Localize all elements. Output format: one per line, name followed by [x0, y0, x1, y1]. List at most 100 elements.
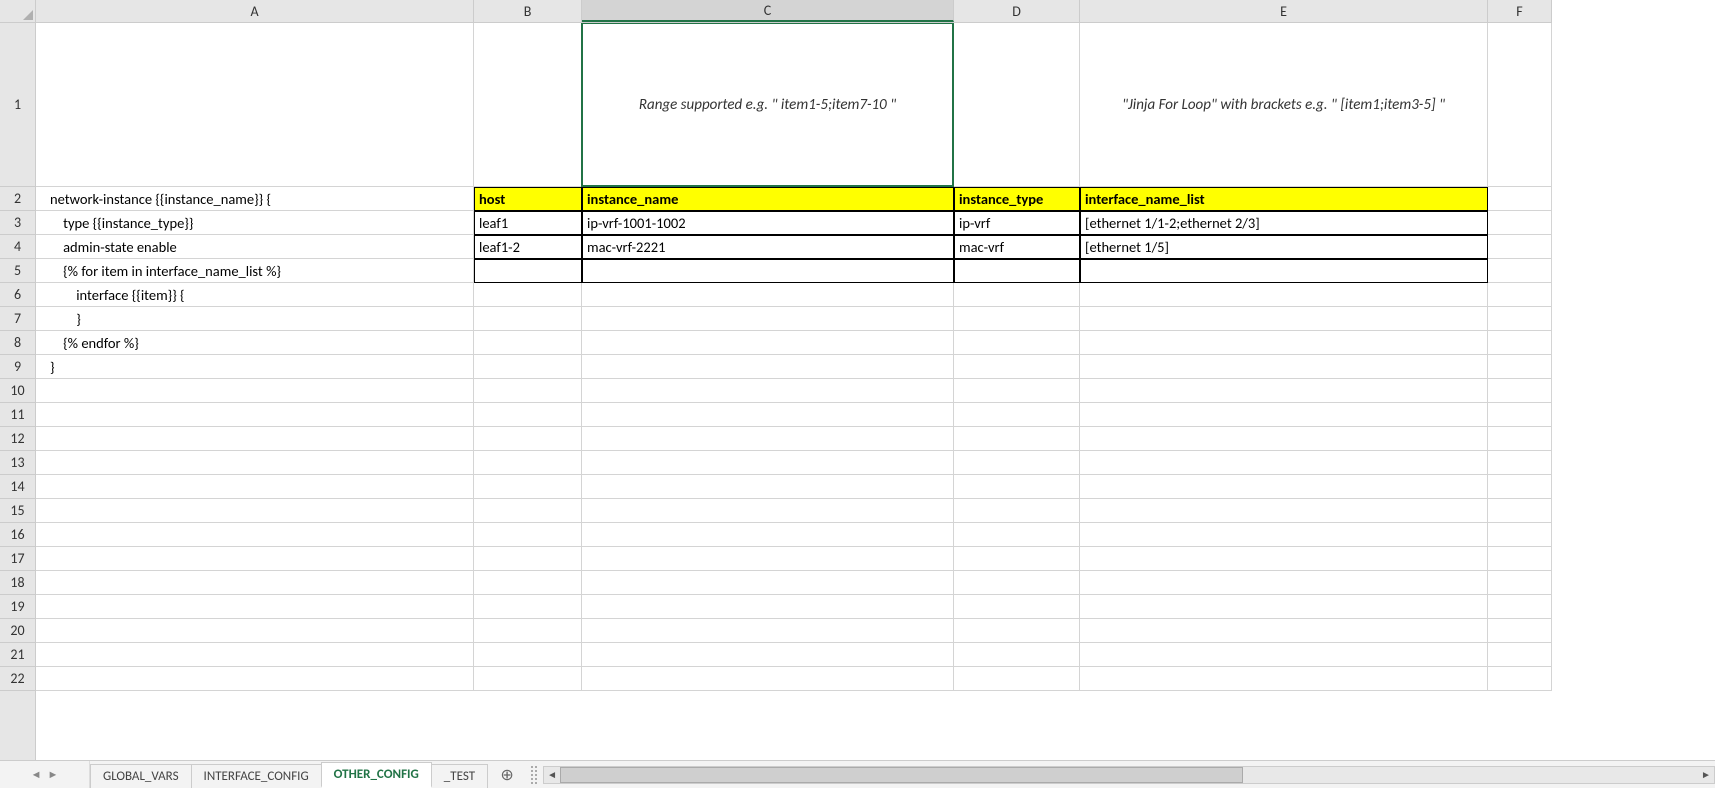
cell-F18[interactable] [1488, 571, 1552, 595]
cell-B22[interactable] [474, 667, 582, 691]
row-header-2[interactable]: 2 [0, 187, 35, 211]
cell-C2[interactable]: instance_name [582, 187, 954, 211]
cell-B4[interactable]: leaf1-2 [474, 235, 582, 259]
row-header-6[interactable]: 6 [0, 283, 35, 307]
cell-A19[interactable] [36, 595, 474, 619]
cell-A2[interactable]: network-instance {{instance_name}} { [36, 187, 474, 211]
cell-E12[interactable] [1080, 427, 1488, 451]
cell-A3[interactable]: type {{instance_type}} [36, 211, 474, 235]
cell-E2[interactable]: interface_name_list [1080, 187, 1488, 211]
cell-D20[interactable] [954, 619, 1080, 643]
cell-A18[interactable] [36, 571, 474, 595]
cell-E10[interactable] [1080, 379, 1488, 403]
row-header-10[interactable]: 10 [0, 379, 35, 403]
cell-A6[interactable]: interface {{item}} { [36, 283, 474, 307]
row-header-22[interactable]: 22 [0, 667, 35, 691]
cell-F10[interactable] [1488, 379, 1552, 403]
cell-B16[interactable] [474, 523, 582, 547]
cell-E8[interactable] [1080, 331, 1488, 355]
cell-E7[interactable] [1080, 307, 1488, 331]
cell-B20[interactable] [474, 619, 582, 643]
cell-A11[interactable] [36, 403, 474, 427]
cell-D1[interactable] [954, 23, 1080, 187]
row-header-5[interactable]: 5 [0, 259, 35, 283]
cell-F14[interactable] [1488, 475, 1552, 499]
cell-E13[interactable] [1080, 451, 1488, 475]
cell-F17[interactable] [1488, 547, 1552, 571]
row-header-11[interactable]: 11 [0, 403, 35, 427]
column-header-E[interactable]: E [1080, 0, 1488, 22]
cell-C14[interactable] [582, 475, 954, 499]
cell-C19[interactable] [582, 595, 954, 619]
cell-A17[interactable] [36, 547, 474, 571]
sheet-tab-_test[interactable]: _TEST [431, 764, 488, 788]
column-header-B[interactable]: B [474, 0, 582, 22]
row-header-3[interactable]: 3 [0, 211, 35, 235]
cell-B17[interactable] [474, 547, 582, 571]
cell-A12[interactable] [36, 427, 474, 451]
cell-F11[interactable] [1488, 403, 1552, 427]
cell-C4[interactable]: mac-vrf-2221 [582, 235, 954, 259]
cell-D11[interactable] [954, 403, 1080, 427]
cell-E1[interactable]: "Jinja For Loop" with brackets e.g. " [i… [1080, 23, 1488, 187]
row-header-16[interactable]: 16 [0, 523, 35, 547]
cell-E4[interactable]: [ethernet 1/5] [1080, 235, 1488, 259]
cell-F16[interactable] [1488, 523, 1552, 547]
cell-B3[interactable]: leaf1 [474, 211, 582, 235]
cell-E20[interactable] [1080, 619, 1488, 643]
cell-F2[interactable] [1488, 187, 1552, 211]
cell-C21[interactable] [582, 643, 954, 667]
cell-B1[interactable] [474, 23, 582, 187]
cell-C18[interactable] [582, 571, 954, 595]
cell-E17[interactable] [1080, 547, 1488, 571]
cell-A20[interactable] [36, 619, 474, 643]
cell-C5[interactable] [582, 259, 954, 283]
row-header-20[interactable]: 20 [0, 619, 35, 643]
cell-F9[interactable] [1488, 355, 1552, 379]
cell-B11[interactable] [474, 403, 582, 427]
cell-D9[interactable] [954, 355, 1080, 379]
scroll-right-icon[interactable]: ► [1698, 767, 1714, 783]
cell-C15[interactable] [582, 499, 954, 523]
cell-D8[interactable] [954, 331, 1080, 355]
cell-D16[interactable] [954, 523, 1080, 547]
row-header-17[interactable]: 17 [0, 547, 35, 571]
cell-F4[interactable] [1488, 235, 1552, 259]
cell-A5[interactable]: {% for item in interface_name_list %} [36, 259, 474, 283]
cell-D22[interactable] [954, 667, 1080, 691]
cell-B12[interactable] [474, 427, 582, 451]
cell-C17[interactable] [582, 547, 954, 571]
row-header-13[interactable]: 13 [0, 451, 35, 475]
cell-F8[interactable] [1488, 331, 1552, 355]
cell-B19[interactable] [474, 595, 582, 619]
cell-E22[interactable] [1080, 667, 1488, 691]
cell-E16[interactable] [1080, 523, 1488, 547]
scroll-left-icon[interactable]: ◄ [544, 767, 560, 783]
cell-E14[interactable] [1080, 475, 1488, 499]
cell-A10[interactable] [36, 379, 474, 403]
cell-D10[interactable] [954, 379, 1080, 403]
cell-B13[interactable] [474, 451, 582, 475]
tab-nav-next-icon[interactable]: ► [48, 768, 59, 781]
select-all-corner[interactable] [0, 0, 36, 23]
sheet-tab-other_config[interactable]: OTHER_CONFIG [321, 762, 432, 788]
cell-D13[interactable] [954, 451, 1080, 475]
cell-D19[interactable] [954, 595, 1080, 619]
cell-C16[interactable] [582, 523, 954, 547]
row-header-8[interactable]: 8 [0, 331, 35, 355]
cell-E6[interactable] [1080, 283, 1488, 307]
column-header-F[interactable]: F [1488, 0, 1552, 22]
cell-A22[interactable] [36, 667, 474, 691]
cell-C12[interactable] [582, 427, 954, 451]
cell-D17[interactable] [954, 547, 1080, 571]
row-header-21[interactable]: 21 [0, 643, 35, 667]
cell-E15[interactable] [1080, 499, 1488, 523]
cell-F13[interactable] [1488, 451, 1552, 475]
cell-F20[interactable] [1488, 619, 1552, 643]
row-header-15[interactable]: 15 [0, 499, 35, 523]
cell-C10[interactable] [582, 379, 954, 403]
row-header-1[interactable]: 1 [0, 23, 35, 187]
cell-A16[interactable] [36, 523, 474, 547]
cell-D3[interactable]: ip-vrf [954, 211, 1080, 235]
cell-F21[interactable] [1488, 643, 1552, 667]
